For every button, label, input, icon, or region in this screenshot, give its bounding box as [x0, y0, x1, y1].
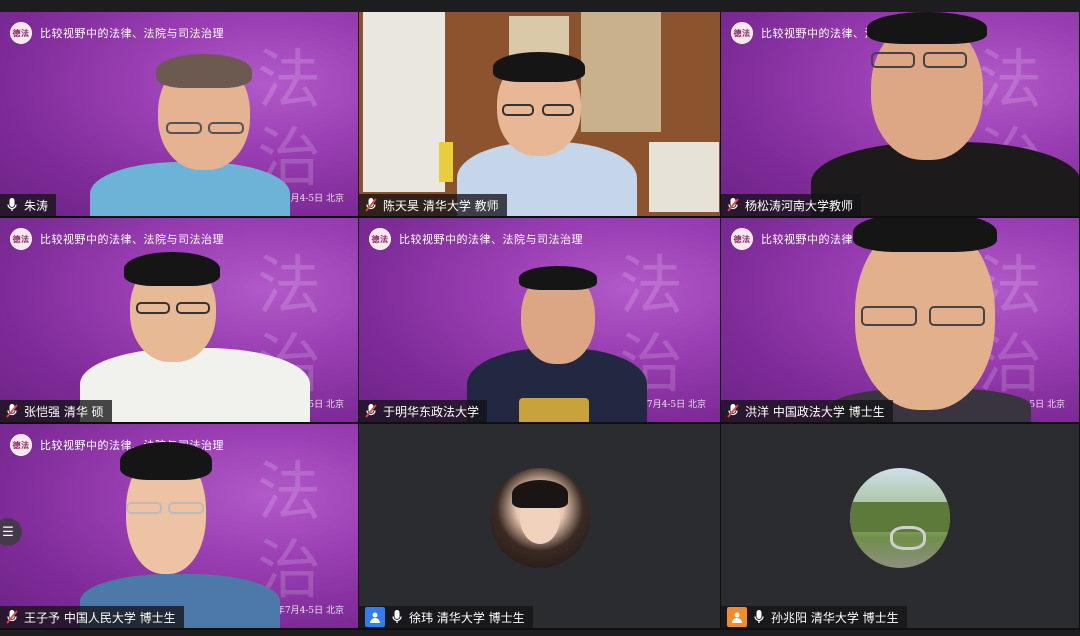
participant-name-bar: 洪洋 中国政法大学 博士生 — [721, 400, 893, 422]
event-banner: 德法 比较视野中的法律、法院与司法治理 — [10, 228, 224, 250]
participant-name: 洪洋 中国政法大学 博士生 — [745, 404, 885, 419]
video-tile-6[interactable]: 德法 比较视野中的法律、法院与司法治理 法治 2021年7月4-5日 北京 洪洋… — [721, 218, 1080, 424]
logo-text: 德法 — [733, 233, 751, 244]
banner-title: 比较视野中的法律、法院与司法治理 — [399, 233, 583, 246]
microphone-muted-icon[interactable] — [727, 404, 739, 418]
event-logo-icon: 德法 — [10, 434, 32, 456]
calligraphy-char-1: 法 — [619, 250, 683, 324]
participant-name: 杨松涛河南大学教师 — [745, 198, 854, 213]
participant-name-bar: 于明华东政法大学 — [359, 400, 488, 422]
participant-name: 张恺强 清华 硕 — [24, 404, 104, 419]
video-tile-2[interactable]: 陈天昊 清华大学 教师 — [359, 12, 721, 218]
participant-avatar — [489, 468, 590, 568]
calligraphy-char-1: 法 — [257, 250, 321, 324]
event-banner: 德法 比较视野中的法律、法院与司法治理 — [369, 228, 583, 250]
banner-title: 比较视野中的法律、法院与司法治理 — [40, 27, 224, 40]
microphone-muted-icon[interactable] — [6, 404, 18, 418]
participant-name-bar: 张恺强 清华 硕 — [0, 400, 112, 422]
video-tile-4[interactable]: 德法 比较视野中的法律、法院与司法治理 法治 2021年7月4-5日 北京 张恺… — [0, 218, 359, 424]
microphone-icon[interactable] — [6, 198, 18, 212]
video-tile-8[interactable]: 徐玮 清华大学 博士生 — [359, 424, 721, 630]
logo-text: 德法 — [733, 27, 751, 38]
video-tile-9[interactable]: 孙兆阳 清华大学 博士生 — [721, 424, 1080, 630]
video-grid: 德法 比较视野中的法律、法院与司法治理 法治 2021年7月4-5日 北京 朱涛 — [0, 12, 1080, 630]
logo-text: 德法 — [371, 233, 389, 244]
event-logo-icon: 德法 — [10, 22, 32, 44]
participant-name: 孙兆阳 清华大学 博士生 — [771, 610, 899, 625]
participant-name-bar: 王子予 中国人民大学 博士生 — [0, 606, 184, 628]
microphone-muted-icon[interactable] — [365, 198, 377, 212]
event-logo-icon: 德法 — [731, 228, 753, 250]
microphone-muted-icon[interactable] — [6, 610, 18, 624]
logo-text: 德法 — [12, 439, 30, 450]
logo-text: 德法 — [12, 233, 30, 244]
event-logo-icon: 德法 — [10, 228, 32, 250]
video-tile-1[interactable]: 德法 比较视野中的法律、法院与司法治理 法治 2021年7月4-5日 北京 朱涛 — [0, 12, 359, 218]
participant-name: 朱涛 — [24, 198, 49, 213]
microphone-icon[interactable] — [391, 610, 403, 624]
list-icon[interactable]: ☰ — [0, 518, 22, 546]
event-banner: 德法 比较视野中的法律、法院与司法治理 — [10, 22, 224, 44]
calligraphy-char-1: 法 — [257, 456, 321, 530]
participant-name: 王子予 中国人民大学 博士生 — [24, 610, 176, 625]
participant-name-bar: 朱涛 — [0, 194, 57, 216]
participant-name-bar: 徐玮 清华大学 博士生 — [359, 606, 533, 628]
user-icon — [365, 607, 385, 627]
participant-avatar — [850, 468, 950, 568]
microphone-muted-icon[interactable] — [365, 404, 377, 418]
participant-name-bar: 孙兆阳 清华大学 博士生 — [721, 606, 907, 628]
participant-name-bar: 陈天昊 清华大学 教师 — [359, 194, 507, 216]
user-icon — [727, 607, 747, 627]
participant-name: 徐玮 清华大学 博士生 — [409, 610, 525, 625]
participant-name: 陈天昊 清华大学 教师 — [383, 198, 499, 213]
whiteboard — [363, 12, 445, 192]
participant-name: 于明华东政法大学 — [383, 404, 480, 419]
participant-name-bar: 杨松涛河南大学教师 — [721, 194, 862, 216]
video-tile-5[interactable]: 德法 比较视野中的法律、法院与司法治理 法治 2021年7月4-5日 北京 于明… — [359, 218, 721, 424]
video-tile-7[interactable]: 德法 比较视野中的法律、法院与司法治理 法治 2021年7月4-5日 北京 ☰ … — [0, 424, 359, 630]
event-logo-icon: 德法 — [369, 228, 391, 250]
logo-text: 德法 — [12, 27, 30, 38]
video-tile-3[interactable]: 德法 比较视野中的法律、法院与司法治理 法治 杨松涛河南大学教师 — [721, 12, 1080, 218]
microphone-icon[interactable] — [753, 610, 765, 624]
microphone-muted-icon[interactable] — [727, 198, 739, 212]
top-bar — [0, 0, 1080, 12]
event-logo-icon: 德法 — [731, 22, 753, 44]
banner-title: 比较视野中的法律、法院与司法治理 — [40, 233, 224, 246]
